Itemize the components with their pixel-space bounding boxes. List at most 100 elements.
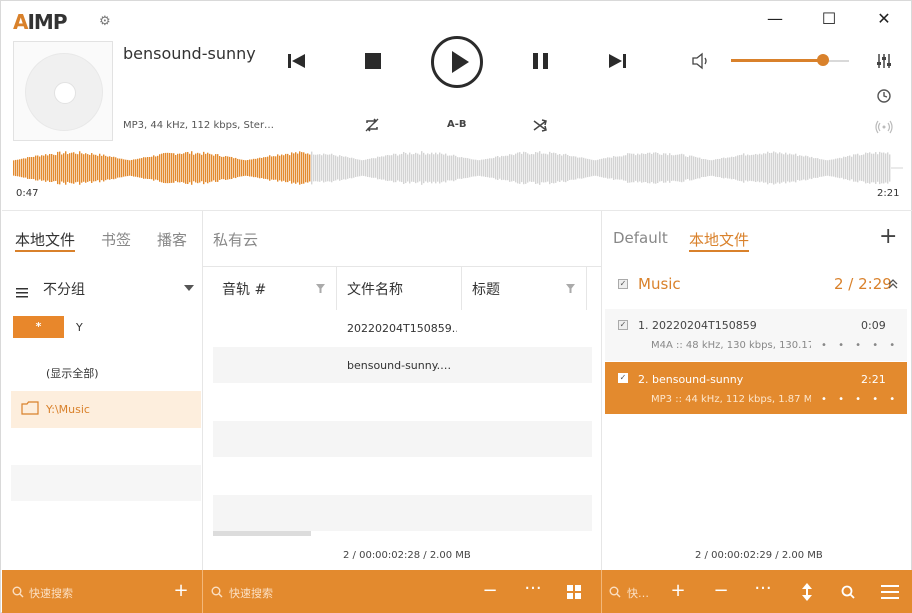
remove-icon[interactable]: − <box>709 579 733 603</box>
disc-icon <box>25 53 103 131</box>
chevron-down-icon[interactable] <box>184 285 194 291</box>
search-input[interactable]: 快… <box>627 585 649 601</box>
playlist-item-name: 2. bensound-sunny <box>638 373 744 386</box>
album-cover <box>13 41 113 141</box>
playlist-item-meta: MP3 :: 44 kHz, 112 kbps, 1.87 MB <box>651 394 811 405</box>
sort-icon[interactable] <box>801 583 813 601</box>
ab-repeat-button[interactable]: A-B <box>447 119 467 130</box>
column-title[interactable]: 标题 <box>472 279 500 299</box>
add-icon[interactable]: + <box>666 579 690 603</box>
pause-icon[interactable] <box>532 52 550 70</box>
playlist-item-duration: 0:09 <box>861 319 886 332</box>
repeat-icon[interactable] <box>364 117 380 133</box>
equalizer-icon[interactable] <box>875 52 893 70</box>
tab-local-files-playlist[interactable]: 本地文件 <box>689 229 749 250</box>
remove-icon[interactable]: − <box>478 579 502 603</box>
stop-icon[interactable] <box>364 52 382 70</box>
horizontal-scrollbar[interactable] <box>213 531 311 536</box>
rating-dots[interactable]: • • • • • <box>821 394 899 405</box>
track-title: bensound-sunny <box>123 44 256 63</box>
table-header-line <box>203 266 601 267</box>
next-track-icon[interactable] <box>607 52 627 70</box>
clock-icon[interactable] <box>876 88 892 104</box>
shuffle-icon[interactable] <box>532 117 548 133</box>
item-checkbox[interactable]: ✓ <box>618 373 628 383</box>
tab-default[interactable]: Default <box>613 229 668 247</box>
tab-underline <box>689 250 749 252</box>
search-icon <box>609 586 621 598</box>
play-button[interactable] <box>431 36 483 88</box>
playlist-count: 2 / 2:29 <box>834 275 892 293</box>
search-icon <box>211 586 223 598</box>
toolbar-separator <box>202 570 203 613</box>
group-dropdown[interactable]: 不分组 <box>43 279 85 299</box>
playlist-group-title: Music <box>638 275 681 293</box>
search-icon[interactable] <box>841 585 855 599</box>
maximize-button[interactable]: ☐ <box>814 7 844 31</box>
filter-icon[interactable] <box>316 284 325 293</box>
folder-label: Y:\Music <box>46 403 90 416</box>
add-icon[interactable]: + <box>169 579 193 603</box>
column-separator <box>586 266 587 310</box>
column-separator <box>461 266 462 310</box>
more-icon[interactable]: ··· <box>751 577 775 601</box>
gear-icon[interactable]: ⚙ <box>99 14 111 29</box>
broadcast-icon[interactable] <box>875 119 893 135</box>
more-icon[interactable]: ··· <box>521 577 545 601</box>
playlist-item-name: 1. 20220204T150859 <box>638 319 757 332</box>
folder-icon <box>21 401 39 415</box>
previous-track-icon[interactable] <box>287 52 307 70</box>
playlist-item-selected[interactable] <box>605 362 907 414</box>
tab-podcasts[interactable]: 播客 <box>157 229 187 250</box>
show-all-item[interactable]: (显示全部) <box>46 365 99 381</box>
add-playlist-icon[interactable]: + <box>879 225 897 249</box>
filter-y-button[interactable]: Y <box>76 321 83 334</box>
column-separator <box>336 266 337 310</box>
column-file-name[interactable]: 文件名称 <box>347 279 403 299</box>
bottom-toolbar <box>2 570 912 613</box>
tab-local-files[interactable]: 本地文件 <box>15 229 75 250</box>
filter-icon[interactable] <box>566 284 575 293</box>
table-cell-file[interactable]: 20220204T150859.… <box>347 322 457 335</box>
search-icon <box>12 586 24 598</box>
waveform-seekbar[interactable] <box>13 149 903 187</box>
tab-underline <box>15 250 75 252</box>
aimp-window: AIMP ⚙ — ☐ ✕ bensound-sunny MP3, 44 kHz,… <box>0 0 912 613</box>
volume-icon[interactable] <box>691 52 711 70</box>
playlist-item-meta: M4A :: 48 kHz, 130 kbps, 130.17 … <box>651 340 811 351</box>
column-track-number[interactable]: 音轨 # <box>222 279 266 299</box>
folder-row[interactable] <box>11 391 201 428</box>
playlist-item-duration: 2:21 <box>861 373 886 386</box>
volume-fill <box>731 59 824 62</box>
play-icon <box>452 51 469 73</box>
close-button[interactable]: ✕ <box>869 7 899 31</box>
aimp-logo: AIMP <box>13 10 68 34</box>
item-checkbox[interactable]: ✓ <box>618 320 628 330</box>
divider <box>2 210 912 211</box>
minimize-button[interactable]: — <box>760 7 790 31</box>
playlist-checkbox[interactable]: ✓ <box>618 279 628 289</box>
tab-private-cloud[interactable]: 私有云 <box>213 229 258 250</box>
tab-bookmarks[interactable]: 书签 <box>101 229 131 250</box>
panel-divider <box>601 211 602 571</box>
menu-icon[interactable] <box>881 585 899 599</box>
volume-knob[interactable] <box>817 54 830 66</box>
playlist-status: 2 / 00:00:02:29 / 2.00 MB <box>695 550 823 561</box>
search-input[interactable]: 快速搜索 <box>29 585 73 601</box>
track-info: MP3, 44 kHz, 112 kbps, Ster… <box>123 120 273 131</box>
rating-dots[interactable]: • • • • • <box>821 340 899 351</box>
panel-divider <box>202 211 203 571</box>
collapse-icon[interactable] <box>888 279 898 289</box>
filter-all-button[interactable]: * <box>13 316 64 338</box>
elapsed-time: 0:47 <box>16 188 39 199</box>
table-cell-file[interactable]: bensound-sunny.… <box>347 359 457 372</box>
empty-row <box>11 465 201 501</box>
grid-view-icon[interactable] <box>567 585 581 599</box>
table-row <box>213 495 592 531</box>
playlist-item[interactable] <box>605 309 907 361</box>
toolbar-separator <box>601 570 602 613</box>
total-time: 2:21 <box>877 188 900 199</box>
table-status: 2 / 00:00:02:28 / 2.00 MB <box>343 550 471 561</box>
menu-icon[interactable] <box>16 283 28 302</box>
search-input[interactable]: 快速搜索 <box>229 585 273 601</box>
